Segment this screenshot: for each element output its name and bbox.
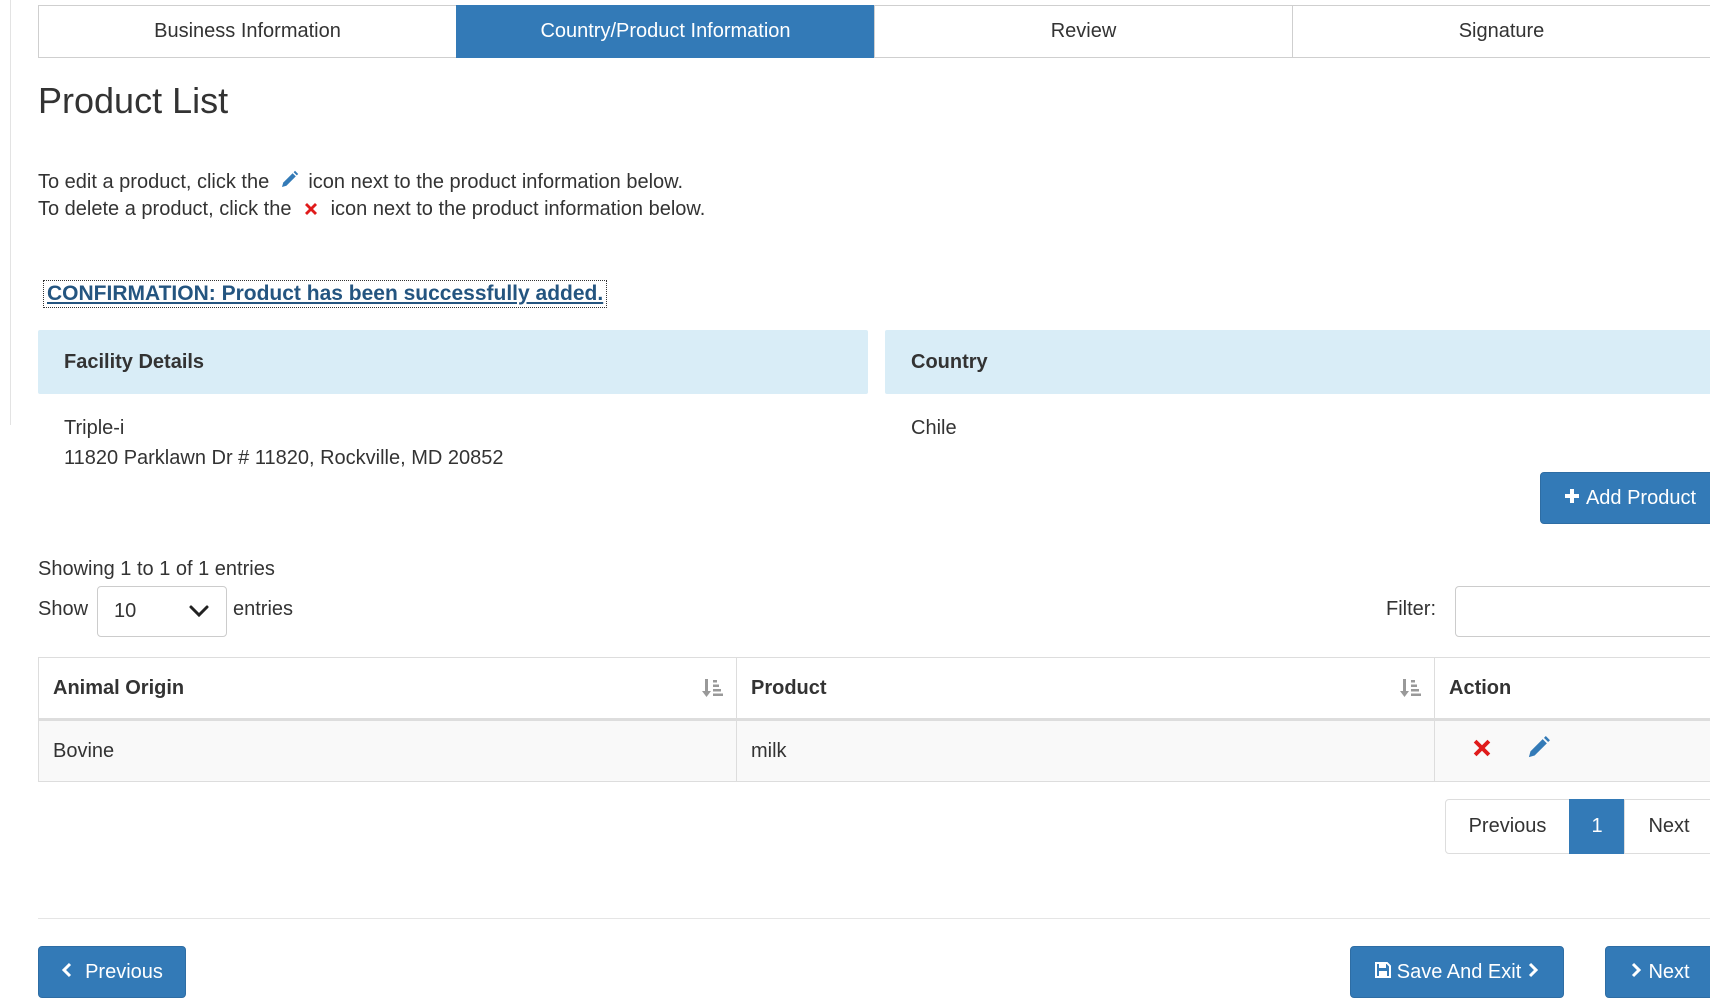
- animal-origin-cell: Bovine: [39, 720, 737, 782]
- pagination: Previous 1 Next: [1446, 799, 1710, 854]
- sort-icon[interactable]: [1400, 678, 1422, 704]
- country-value: Chile: [911, 413, 957, 443]
- chevron-left-icon: [61, 961, 73, 984]
- table-info: Showing 1 to 1 of 1 entries: [38, 558, 275, 581]
- action-cell: [1435, 720, 1710, 782]
- next-button[interactable]: Next: [1605, 946, 1710, 998]
- pagination-previous[interactable]: Previous: [1445, 799, 1570, 854]
- page-length-value: 10: [114, 600, 136, 623]
- plus-icon: [1564, 487, 1580, 510]
- pencil-icon[interactable]: [1525, 735, 1551, 767]
- pencil-icon: [275, 170, 303, 196]
- save-and-exit-label: Save And Exit: [1397, 961, 1522, 984]
- edit-instruction-prefix: To edit a product, click the: [38, 171, 269, 193]
- wizard-steps: Business Information Country/Product Inf…: [38, 5, 1710, 58]
- add-product-label: Add Product: [1586, 487, 1696, 510]
- page-title: Product List: [38, 80, 228, 122]
- edit-instruction-suffix: icon next to the product information bel…: [308, 171, 683, 193]
- column-header-animal-origin[interactable]: Animal Origin: [39, 658, 737, 720]
- action-header-label: Action: [1449, 677, 1511, 699]
- chevron-right-icon: [1630, 961, 1642, 984]
- delete-instruction-prefix: To delete a product, click the: [38, 198, 291, 220]
- next-button-label: Next: [1648, 961, 1689, 984]
- delete-x-icon[interactable]: [1471, 737, 1493, 765]
- delete-x-icon: [297, 200, 325, 223]
- chevron-down-icon: [188, 600, 210, 628]
- floppy-disk-icon: [1375, 961, 1391, 984]
- filter-input[interactable]: [1455, 586, 1710, 637]
- animal-origin-header-label: Animal Origin: [53, 677, 184, 699]
- table-row: Bovine milk: [39, 720, 1710, 782]
- left-divider: [10, 0, 11, 425]
- chevron-right-icon: [1527, 961, 1539, 984]
- add-product-button[interactable]: Add Product: [1540, 472, 1710, 524]
- facility-name: Triple-i: [64, 413, 504, 443]
- show-label: Show: [38, 598, 88, 621]
- facility-address: 11820 Parklawn Dr # 11820, Rockville, MD…: [64, 443, 504, 473]
- previous-button[interactable]: Previous: [38, 946, 186, 998]
- page-length-select[interactable]: 10: [97, 586, 227, 637]
- edit-instruction: To edit a product, click the icon next t…: [38, 170, 683, 196]
- filter-label: Filter:: [1386, 598, 1436, 621]
- delete-instruction-suffix: icon next to the product information bel…: [331, 198, 706, 220]
- delete-instruction: To delete a product, click the icon next…: [38, 198, 705, 223]
- pagination-next[interactable]: Next: [1624, 799, 1710, 854]
- step-review[interactable]: Review: [874, 5, 1293, 58]
- product-header-label: Product: [751, 677, 827, 699]
- pagination-page-1[interactable]: 1: [1569, 799, 1625, 854]
- country-heading: Country: [885, 330, 1710, 394]
- entries-label: entries: [233, 598, 293, 621]
- previous-button-label: Previous: [85, 961, 163, 984]
- step-business-information[interactable]: Business Information: [38, 5, 457, 58]
- product-cell: milk: [737, 720, 1435, 782]
- facility-details-heading: Facility Details: [38, 330, 868, 394]
- confirmation-message[interactable]: CONFIRMATION: Product has been successfu…: [44, 281, 606, 307]
- column-header-product[interactable]: Product: [737, 658, 1435, 720]
- table-header-row: Animal Origin Product Action: [39, 658, 1710, 720]
- step-signature[interactable]: Signature: [1292, 5, 1710, 58]
- product-table: Animal Origin Product Action Bovine milk: [38, 657, 1710, 782]
- facility-details: Triple-i 11820 Parklawn Dr # 11820, Rock…: [64, 413, 504, 473]
- step-country-product-information[interactable]: Country/Product Information: [456, 5, 875, 58]
- column-header-action: Action: [1435, 658, 1710, 720]
- sort-icon[interactable]: [702, 678, 724, 704]
- save-and-exit-button[interactable]: Save And Exit: [1350, 946, 1564, 998]
- footer-divider: [38, 918, 1710, 919]
